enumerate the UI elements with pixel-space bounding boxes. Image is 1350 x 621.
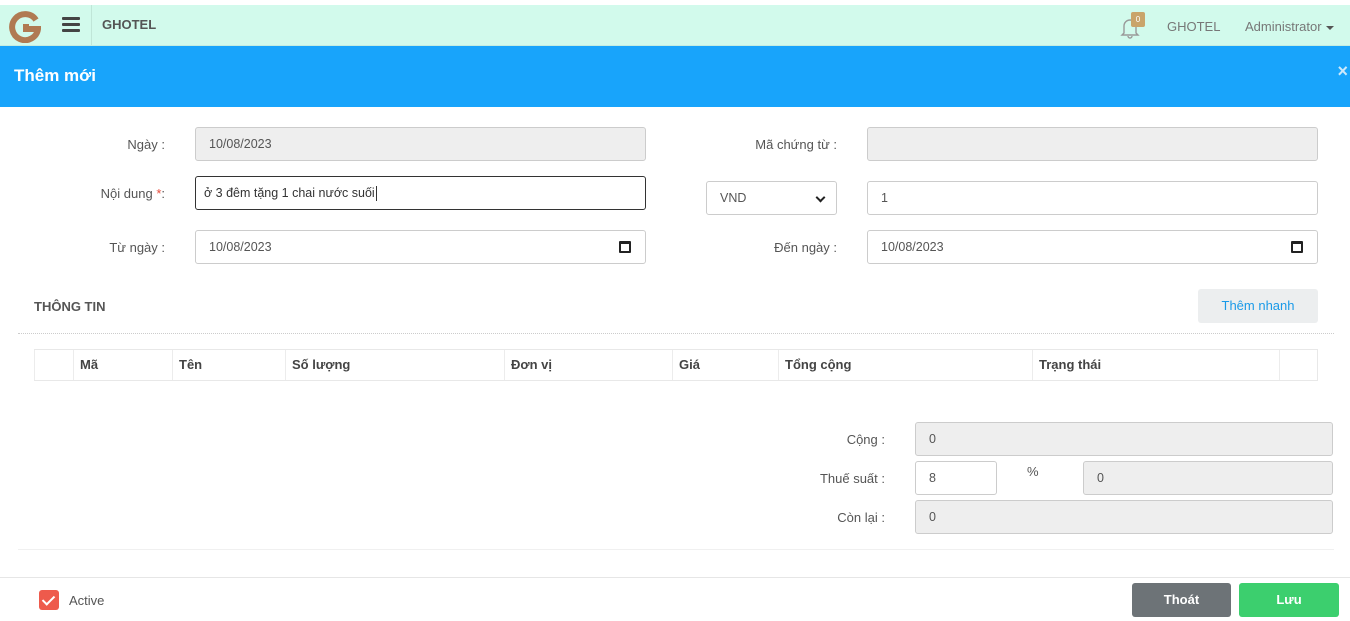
section-title: THÔNG TIN bbox=[34, 299, 106, 314]
tax-rate-label: Thuế suất : bbox=[819, 471, 885, 486]
close-icon[interactable]: × bbox=[1337, 61, 1348, 82]
calendar-icon[interactable] bbox=[619, 241, 631, 253]
totals-divider bbox=[18, 549, 1334, 550]
table-header-actions bbox=[1279, 350, 1318, 380]
column-header-price[interactable]: Giá bbox=[672, 350, 778, 380]
content-label-wrap: Nội dung *: bbox=[60, 186, 165, 201]
text-cursor bbox=[375, 186, 377, 202]
content-colon: : bbox=[161, 186, 165, 201]
tax-rate-input[interactable]: 8 bbox=[915, 461, 997, 495]
column-header-name[interactable]: Tên bbox=[172, 350, 285, 380]
remaining-label: Còn lại : bbox=[837, 510, 885, 525]
user-menu[interactable]: Administrator bbox=[1245, 19, 1334, 34]
to-date-value: 10/08/2023 bbox=[881, 240, 944, 254]
items-table-header: Mã Tên Số lượng Đơn vị Giá Tổng cộng Trạ… bbox=[34, 349, 1318, 381]
footer-divider bbox=[0, 577, 1350, 578]
column-header-quantity[interactable]: Số lượng bbox=[285, 350, 504, 380]
column-header-total[interactable]: Tổng cộng bbox=[778, 350, 1032, 380]
top-navbar: GHOTEL 0 GHOTEL Administrator bbox=[0, 5, 1350, 46]
brand-divider bbox=[91, 5, 92, 45]
hotel-name[interactable]: GHOTEL bbox=[1167, 19, 1220, 34]
modal-title: Thêm mới bbox=[14, 66, 96, 85]
voucher-field bbox=[867, 127, 1318, 161]
content-label: Nội dung bbox=[100, 186, 153, 201]
exit-button[interactable]: Thoát bbox=[1132, 583, 1231, 617]
ghotel-logo[interactable] bbox=[9, 11, 41, 43]
sum-field: 0 bbox=[915, 422, 1333, 456]
user-name: Administrator bbox=[1245, 19, 1322, 34]
caret-down-icon bbox=[1325, 25, 1334, 30]
table-header-blank bbox=[34, 350, 73, 380]
column-header-status[interactable]: Trạng thái bbox=[1032, 350, 1279, 380]
from-date-label: Từ ngày : bbox=[109, 240, 165, 255]
currency-value: VND bbox=[720, 191, 747, 205]
date-field: 10/08/2023 bbox=[195, 127, 646, 161]
remaining-field: 0 bbox=[915, 500, 1333, 534]
to-date-input[interactable]: 10/08/2023 bbox=[867, 230, 1318, 264]
modal-header: Thêm mới × bbox=[0, 46, 1350, 107]
exchange-rate-input[interactable]: 1 bbox=[867, 181, 1318, 215]
tax-amount-field: 0 bbox=[1083, 461, 1333, 495]
content-value: ở 3 đêm tặng 1 chai nước suối bbox=[204, 186, 375, 200]
content-input[interactable]: ở 3 đêm tặng 1 chai nước suối bbox=[195, 176, 646, 210]
sum-label: Cộng : bbox=[846, 432, 885, 447]
voucher-label: Mã chứng từ : bbox=[755, 137, 837, 152]
currency-select[interactable]: VND bbox=[706, 181, 837, 215]
chevron-down-icon bbox=[815, 192, 826, 203]
calendar-icon[interactable] bbox=[1291, 241, 1303, 253]
hamburger-menu-icon[interactable] bbox=[62, 17, 80, 33]
from-date-value: 10/08/2023 bbox=[209, 240, 272, 254]
to-date-label: Đến ngày : bbox=[774, 240, 837, 255]
quick-add-button[interactable]: Thêm nhanh bbox=[1198, 289, 1318, 323]
save-button[interactable]: Lưu bbox=[1239, 583, 1339, 617]
column-header-code[interactable]: Mã bbox=[73, 350, 172, 380]
brand-name[interactable]: GHOTEL bbox=[102, 17, 156, 32]
from-date-input[interactable]: 10/08/2023 bbox=[195, 230, 646, 264]
column-header-unit[interactable]: Đơn vị bbox=[504, 350, 672, 380]
active-label: Active bbox=[69, 593, 105, 608]
date-label: Ngày : bbox=[127, 137, 165, 152]
percent-sign: % bbox=[1027, 464, 1039, 479]
active-checkbox[interactable] bbox=[39, 590, 59, 610]
section-divider bbox=[18, 333, 1334, 334]
notification-count-badge: 0 bbox=[1131, 12, 1145, 27]
